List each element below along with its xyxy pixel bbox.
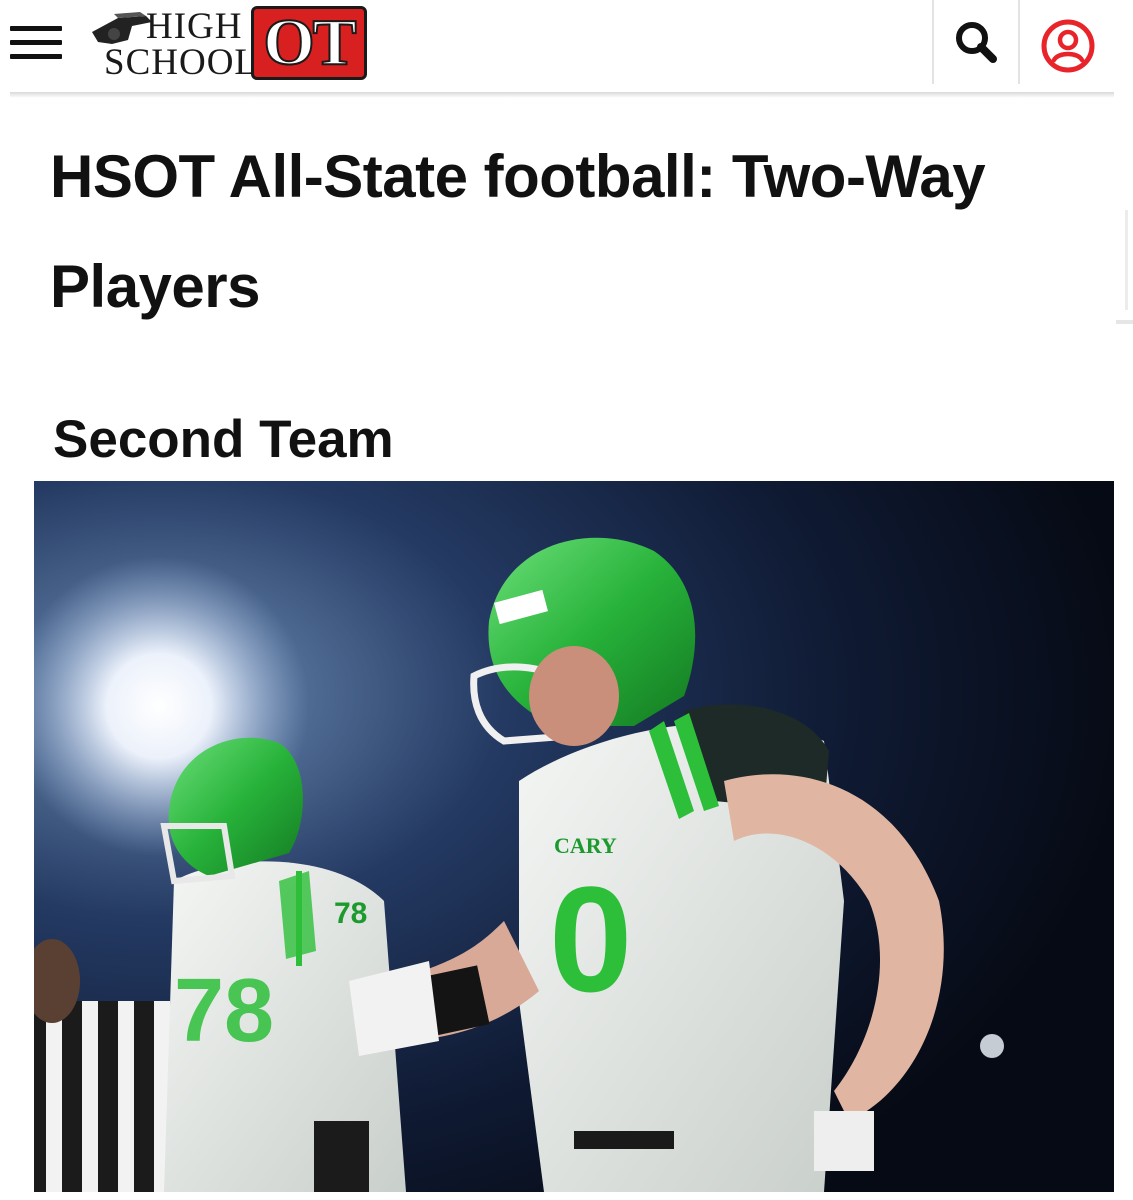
header-divider bbox=[1018, 0, 1020, 84]
logo-ot-mark: OT bbox=[251, 6, 367, 80]
site-logo[interactable]: HIGH SCHOOL OT bbox=[88, 6, 373, 83]
search-icon[interactable] bbox=[948, 16, 1004, 68]
header-shadow bbox=[10, 92, 1114, 98]
logo-text-school: SCHOOL bbox=[104, 42, 259, 83]
article-title: HSOT All-State football: Two-Way Players bbox=[50, 143, 986, 320]
page: HIGH SCHOOL OT HSOT All-State football: … bbox=[0, 0, 1133, 1200]
svg-text:0: 0 bbox=[549, 855, 632, 1023]
scroll-edge bbox=[1125, 210, 1128, 310]
account-icon[interactable] bbox=[1036, 16, 1100, 76]
svg-text:78: 78 bbox=[334, 897, 367, 930]
scroll-edge bbox=[1116, 320, 1133, 324]
football-players-photo: 78 78 0 CARY bbox=[34, 481, 1114, 1192]
hamburger-menu-icon[interactable] bbox=[10, 26, 62, 60]
svg-text:78: 78 bbox=[174, 961, 274, 1061]
site-header: HIGH SCHOOL OT bbox=[0, 0, 1116, 92]
section-heading: Second Team bbox=[53, 410, 394, 469]
svg-text:CARY: CARY bbox=[554, 833, 617, 858]
article-photo: 78 78 0 CARY bbox=[34, 481, 1114, 1192]
header-divider bbox=[932, 0, 934, 84]
